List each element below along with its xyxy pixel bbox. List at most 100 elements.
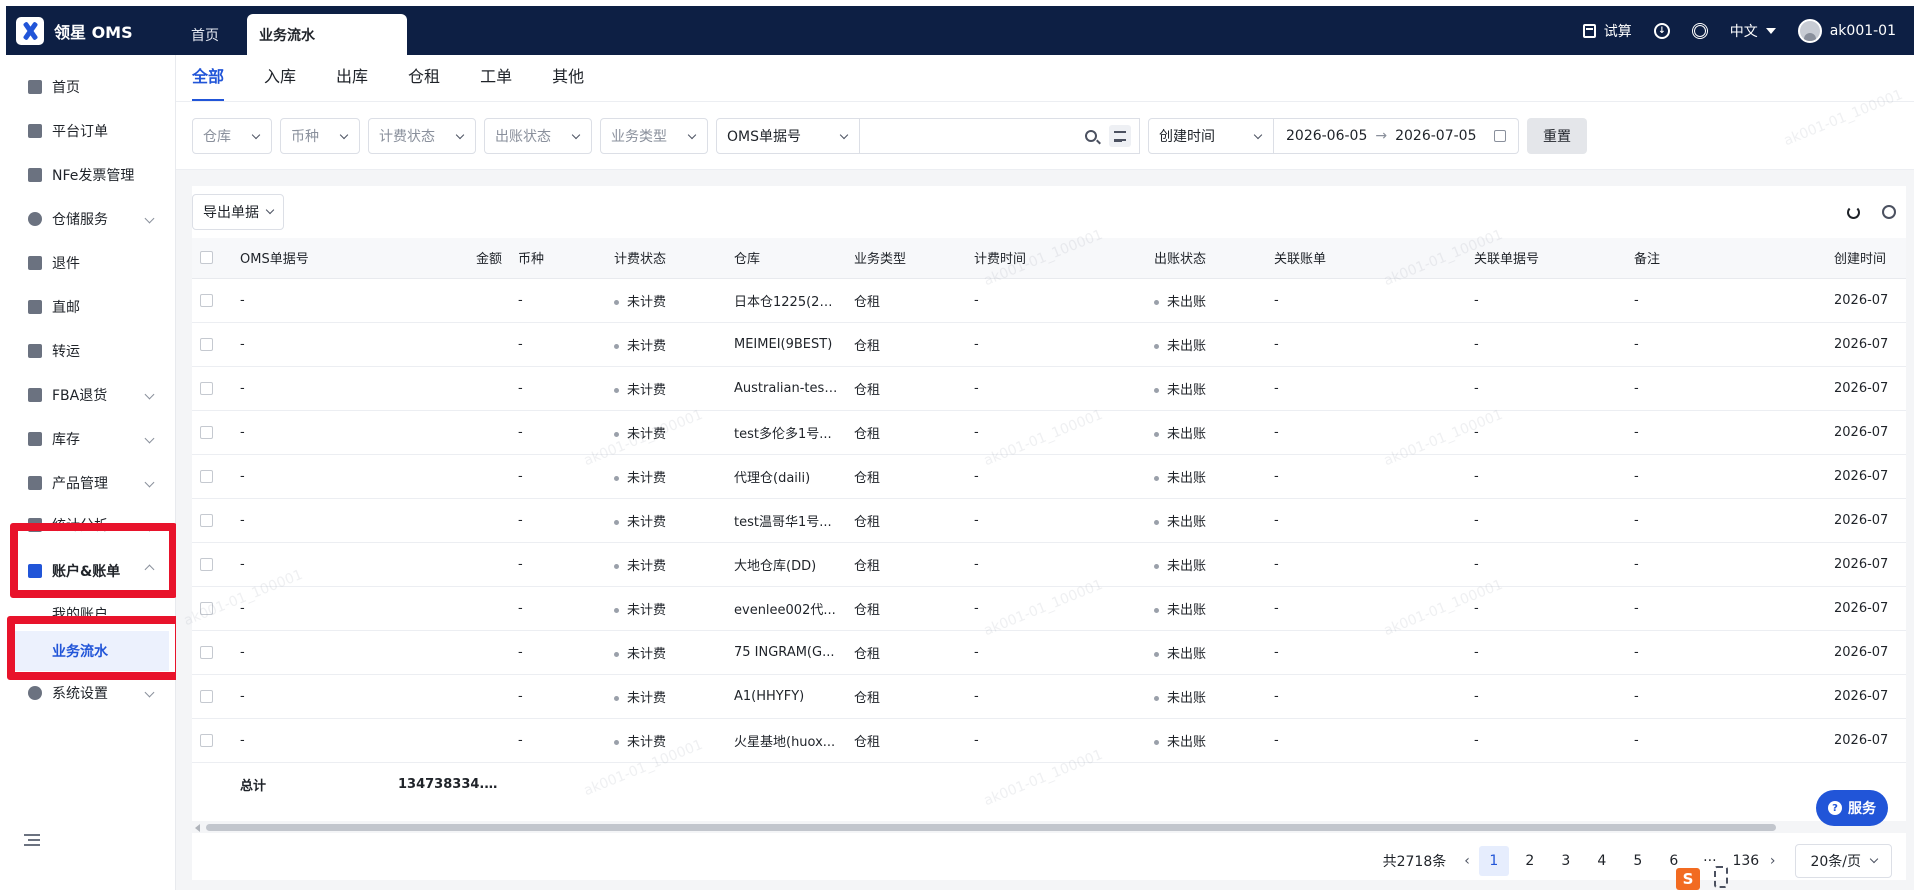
currency-select[interactable]: 币种 (280, 117, 360, 154)
page-3[interactable]: 3 (1551, 846, 1581, 876)
page-size-select[interactable]: 20条/页 (1795, 844, 1892, 878)
refresh-icon[interactable] (1847, 205, 1860, 219)
row-checkbox[interactable] (200, 557, 213, 571)
col-note[interactable]: 备注 (1626, 238, 1826, 279)
row-select-cell[interactable] (192, 366, 232, 411)
biz-type-select[interactable]: 业务类型 (600, 117, 708, 154)
prev-page-icon[interactable]: ‹ (1464, 853, 1470, 869)
table-row[interactable]: - - 未计费 火星基地(huox... 仓租 - 未出账 - - - 2026-07 (192, 718, 1906, 763)
sidebar-item-inventory[interactable]: 库存 (6, 417, 175, 461)
tab-work-order[interactable]: 工单 (480, 63, 512, 101)
date-range-picker[interactable]: 2026-06-05 → 2026-07-05 (1274, 117, 1519, 154)
table-row[interactable]: - - 未计费 test多伦多1号... 仓租 - 未出账 - - - 2026-07 (192, 410, 1906, 455)
page-last[interactable]: 136 (1731, 846, 1761, 876)
tab-all[interactable]: 全部 (192, 63, 225, 101)
page-5[interactable]: 5 (1623, 846, 1653, 876)
next-page-icon[interactable]: › (1770, 853, 1776, 869)
row-checkbox[interactable] (200, 733, 213, 747)
table-row[interactable]: - - 未计费 A1(HHYFY) 仓租 - 未出账 - - - 2026-07 (192, 674, 1906, 719)
table-row[interactable]: - - 未计费 MEIMEI(9BEST) 仓租 - 未出账 - - - 2026-07 (192, 322, 1906, 367)
top-tab-home[interactable]: 首页 (181, 14, 229, 55)
row-checkbox[interactable] (200, 689, 213, 703)
scroll-left-icon[interactable] (195, 824, 200, 832)
export-button[interactable]: 导出单据 (192, 194, 284, 230)
row-select-cell[interactable] (192, 498, 232, 543)
sidebar-item-returns[interactable]: 退件 (6, 241, 175, 285)
service-button[interactable]: ? 服务 (1816, 790, 1888, 826)
col-related-bill[interactable]: 关联账单 (1266, 238, 1466, 279)
trial-calc-button[interactable]: 试算 (1582, 21, 1632, 41)
tab-outbound[interactable]: 出库 (336, 63, 368, 101)
sidebar-item-platform-orders[interactable]: 平台订单 (6, 109, 175, 153)
sidebar-item-nfe-invoice[interactable]: NFe发票管理 (6, 153, 175, 197)
scrollbar-thumb[interactable] (206, 824, 1776, 831)
row-checkbox[interactable] (200, 469, 213, 483)
col-currency[interactable]: 币种 (510, 238, 606, 279)
sidebar-item-transfer[interactable]: 转运 (6, 329, 175, 373)
col-biz-type[interactable]: 业务类型 (846, 238, 966, 279)
sidebar-item-home[interactable]: 首页 (6, 65, 175, 109)
row-checkbox[interactable] (200, 645, 213, 659)
batch-search-icon[interactable] (1109, 124, 1131, 147)
billing-status-select[interactable]: 计费状态 (368, 117, 476, 154)
row-select-cell[interactable] (192, 542, 232, 587)
search-input[interactable] (860, 117, 1140, 154)
column-settings-icon[interactable] (1882, 205, 1896, 219)
horizontal-scrollbar[interactable] (192, 821, 1906, 833)
row-select-cell[interactable] (192, 454, 232, 499)
search-icon[interactable] (1085, 129, 1097, 142)
col-oms-no[interactable]: OMS单据号 (232, 238, 390, 279)
col-warehouse[interactable]: 仓库 (726, 238, 846, 279)
row-checkbox[interactable] (200, 293, 213, 307)
table-row[interactable]: - - 未计费 大地仓库(DD) 仓租 - 未出账 - - - 2026-07 (192, 542, 1906, 587)
settle-status-select[interactable]: 出账状态 (484, 117, 592, 154)
page-4[interactable]: 4 (1587, 846, 1617, 876)
sidebar-item-products[interactable]: 产品管理 (6, 461, 175, 505)
col-settle-status[interactable]: 出账状态 (1146, 238, 1266, 279)
row-checkbox[interactable] (200, 425, 213, 439)
row-checkbox[interactable] (200, 601, 213, 615)
scan-icon[interactable] (1714, 866, 1728, 888)
tab-other[interactable]: 其他 (552, 63, 584, 101)
brand-logo[interactable]: 领星 OMS (6, 16, 181, 45)
row-select-cell[interactable] (192, 322, 232, 367)
col-related-doc[interactable]: 关联单据号 (1466, 238, 1626, 279)
sidebar-item-warehouse-service[interactable]: 仓储服务 (6, 197, 175, 241)
col-amount[interactable]: 金额 (390, 238, 510, 279)
page-2[interactable]: 2 (1515, 846, 1545, 876)
user-menu[interactable]: ak001-01 (1797, 18, 1896, 43)
select-all-cell[interactable] (192, 238, 232, 279)
row-select-cell[interactable] (192, 718, 232, 763)
row-select-cell[interactable] (192, 278, 232, 323)
language-select[interactable]: 中文 (1730, 21, 1776, 41)
table-row[interactable]: - - 未计费 日本仓1225(20... 仓租 - 未出账 - - - 2026-07 (192, 278, 1906, 323)
tab-inbound[interactable]: 入库 (264, 63, 296, 101)
col-created-time[interactable]: 创建时间 (1826, 238, 1906, 279)
page-1[interactable]: 1 (1478, 846, 1509, 876)
row-select-cell[interactable] (192, 674, 232, 719)
warehouse-select[interactable]: 仓库 (192, 117, 272, 154)
table-row[interactable]: - - 未计费 Australian-test... 仓租 - 未出账 - - - 2026-07 (192, 366, 1906, 411)
tab-storage-rent[interactable]: 仓租 (408, 63, 440, 101)
select-all-checkbox[interactable] (200, 251, 213, 265)
row-checkbox[interactable] (200, 513, 213, 527)
table-row[interactable]: - - 未计费 75 INGRAM(G... 仓租 - 未出账 - - - 2026-07 (192, 630, 1906, 675)
table-row[interactable]: - - 未计费 代理仓(daili) 仓租 - 未出账 - - - 2026-07 (192, 454, 1906, 499)
download-button[interactable]: ↓ (1653, 22, 1670, 39)
search-field-select[interactable]: OMS单据号 (716, 117, 860, 154)
sidebar-item-direct-mail[interactable]: 直邮 (6, 285, 175, 329)
row-checkbox[interactable] (200, 337, 213, 351)
col-billing-status[interactable]: 计费状态 (606, 238, 726, 279)
row-checkbox[interactable] (200, 381, 213, 395)
col-billing-time[interactable]: 计费时间 (966, 238, 1146, 279)
row-select-cell[interactable] (192, 586, 232, 631)
row-select-cell[interactable] (192, 410, 232, 455)
collapse-menu-icon[interactable] (24, 834, 40, 846)
ime-logo-icon[interactable]: S (1676, 868, 1700, 890)
date-field-select[interactable]: 创建时间 (1148, 117, 1274, 154)
table-row[interactable]: - - 未计费 test温哥华1号... 仓租 - 未出账 - - - 2026-07 (192, 498, 1906, 543)
row-select-cell[interactable] (192, 630, 232, 675)
reset-button[interactable]: 重置 (1527, 117, 1587, 154)
table-row[interactable]: - - 未计费 evenlee002代... 仓租 - 未出账 - - - 2026-07 (192, 586, 1906, 631)
top-tab-business-flow[interactable]: 业务流水 (247, 14, 407, 55)
